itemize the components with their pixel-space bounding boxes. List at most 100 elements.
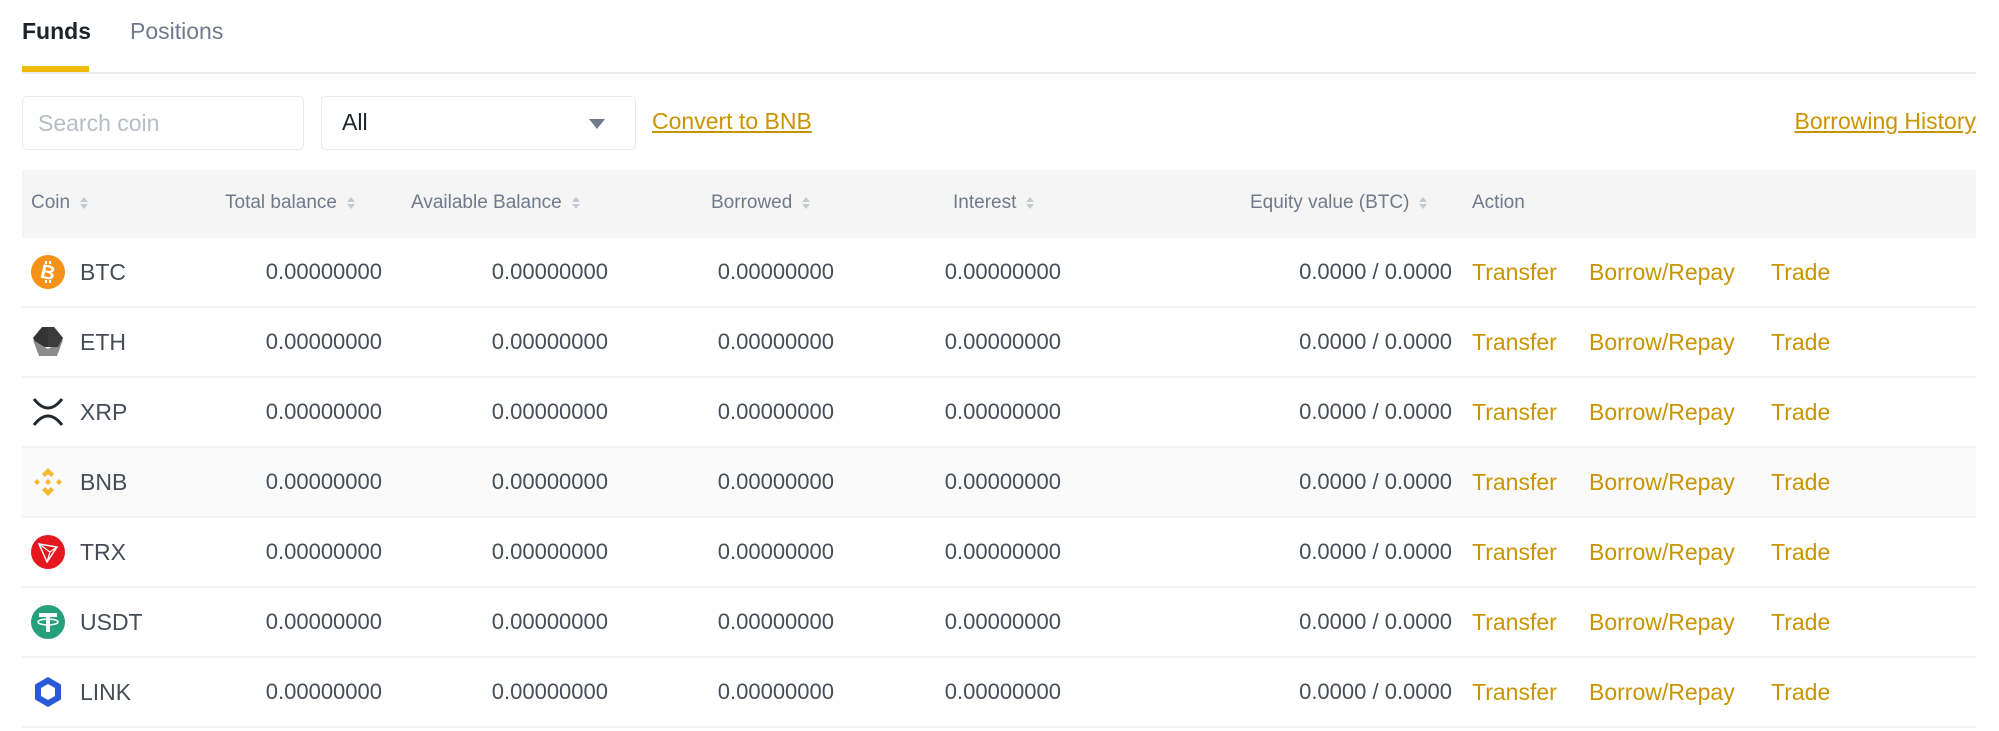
coin-cell: USDT	[31, 605, 143, 639]
table-header: Coin Total balance Available Balance Bor…	[22, 170, 1976, 238]
interest-value: 0.00000000	[944, 469, 1061, 494]
column-label: Total balance	[225, 192, 337, 213]
borrow-repay-link[interactable]: Borrow/Repay	[1589, 258, 1735, 286]
table-row: ETH 0.00000000 0.00000000 0.00000000 0.0…	[22, 308, 1976, 378]
sort-icon[interactable]	[571, 197, 580, 209]
borrow-repay-link[interactable]: Borrow/Repay	[1589, 678, 1735, 706]
coin-cell: BNB	[31, 465, 127, 499]
coin-symbol: LINK	[80, 679, 132, 705]
coin-symbol: XRP	[80, 399, 128, 425]
table-row: XRP 0.00000000 0.00000000 0.00000000 0.0…	[22, 378, 1976, 448]
tab-funds[interactable]: Funds	[22, 16, 91, 46]
coin-symbol: TRX	[80, 539, 126, 565]
total-balance-value: 0.00000000	[265, 329, 382, 354]
column-label: Coin	[31, 192, 71, 213]
table-row: B BTC 0.00000000 0.00000000 0.00000000 0…	[22, 238, 1976, 308]
search-coin-input[interactable]	[23, 97, 303, 149]
column-header-available-balance[interactable]: Available Balance	[411, 192, 580, 214]
sort-icon[interactable]	[1026, 197, 1035, 209]
convert-to-bnb-link[interactable]: Convert to BNB	[652, 108, 812, 135]
coin-cell: LINK	[31, 675, 131, 709]
tab-positions[interactable]: Positions	[130, 16, 223, 46]
trade-link[interactable]: Trade	[1771, 328, 1830, 356]
trade-link[interactable]: Trade	[1771, 258, 1830, 286]
table-body: B BTC 0.00000000 0.00000000 0.00000000 0…	[22, 238, 1976, 728]
borrow-repay-link[interactable]: Borrow/Repay	[1589, 538, 1735, 566]
available-balance-value: 0.00000000	[491, 469, 608, 494]
filter-selected-value: All	[342, 109, 368, 135]
column-header-action: Action	[1472, 192, 1525, 214]
transfer-link[interactable]: Transfer	[1472, 258, 1557, 286]
total-balance-value: 0.00000000	[265, 679, 382, 704]
equity-value: 0.0000 / 0.0000	[1299, 609, 1452, 634]
equity-value: 0.0000 / 0.0000	[1299, 539, 1452, 564]
borrowed-value: 0.00000000	[717, 609, 834, 634]
equity-value: 0.0000 / 0.0000	[1299, 329, 1452, 354]
coin-symbol: BNB	[80, 469, 128, 495]
transfer-link[interactable]: Transfer	[1472, 608, 1557, 636]
interest-value: 0.00000000	[944, 399, 1061, 424]
trade-link[interactable]: Trade	[1771, 608, 1830, 636]
column-header-borrowed[interactable]: Borrowed	[711, 192, 811, 214]
column-header-total-balance[interactable]: Total balance	[225, 192, 355, 214]
coin-symbol: USDT	[80, 609, 143, 635]
tab-bar: Funds Positions	[22, 0, 1976, 74]
column-label: Action	[1472, 192, 1525, 213]
trade-link[interactable]: Trade	[1771, 468, 1830, 496]
funds-table: Coin Total balance Available Balance Bor…	[22, 170, 1976, 728]
column-label: Equity value (BTC)	[1250, 192, 1410, 213]
transfer-link[interactable]: Transfer	[1472, 328, 1557, 356]
interest-value: 0.00000000	[944, 539, 1061, 564]
filter-select[interactable]: All	[321, 96, 636, 150]
coin-cell: TRX	[31, 535, 126, 569]
available-balance-value: 0.00000000	[491, 399, 608, 424]
sort-icon[interactable]	[80, 197, 89, 209]
interest-value: 0.00000000	[944, 329, 1061, 354]
sort-icon[interactable]	[346, 197, 355, 209]
borrowed-value: 0.00000000	[717, 539, 834, 564]
transfer-link[interactable]: Transfer	[1472, 398, 1557, 426]
xrp-icon	[31, 395, 65, 429]
sort-icon[interactable]	[802, 197, 811, 209]
borrowing-history-link[interactable]: Borrowing History	[1795, 108, 1977, 135]
available-balance-value: 0.00000000	[491, 679, 608, 704]
equity-value: 0.0000 / 0.0000	[1299, 469, 1452, 494]
caret-down-icon	[589, 119, 605, 129]
coin-cell: ETH	[31, 325, 126, 359]
borrow-repay-link[interactable]: Borrow/Repay	[1589, 398, 1735, 426]
available-balance-value: 0.00000000	[491, 259, 608, 284]
sort-icon[interactable]	[1419, 197, 1428, 209]
coin-symbol: ETH	[80, 329, 126, 355]
coin-symbol: BTC	[80, 259, 126, 285]
toolbar: All Convert to BNB Borrowing History	[22, 96, 1976, 150]
borrowed-value: 0.00000000	[717, 679, 834, 704]
trade-link[interactable]: Trade	[1771, 538, 1830, 566]
transfer-link[interactable]: Transfer	[1472, 678, 1557, 706]
equity-value: 0.0000 / 0.0000	[1299, 259, 1452, 284]
tron-icon	[31, 535, 65, 569]
ethereum-icon	[31, 325, 65, 359]
tether-icon	[31, 605, 65, 639]
total-balance-value: 0.00000000	[265, 539, 382, 564]
borrow-repay-link[interactable]: Borrow/Repay	[1589, 328, 1735, 356]
table-row: TRX 0.00000000 0.00000000 0.00000000 0.0…	[22, 518, 1976, 588]
total-balance-value: 0.00000000	[265, 609, 382, 634]
interest-value: 0.00000000	[944, 609, 1061, 634]
borrow-repay-link[interactable]: Borrow/Repay	[1589, 468, 1735, 496]
total-balance-value: 0.00000000	[265, 469, 382, 494]
active-tab-indicator	[22, 66, 89, 72]
coin-cell: XRP	[31, 395, 127, 429]
trade-link[interactable]: Trade	[1771, 398, 1830, 426]
total-balance-value: 0.00000000	[265, 399, 382, 424]
interest-value: 0.00000000	[944, 679, 1061, 704]
column-header-equity-value[interactable]: Equity value (BTC)	[1250, 192, 1428, 214]
column-header-interest[interactable]: Interest	[953, 192, 1035, 214]
transfer-link[interactable]: Transfer	[1472, 538, 1557, 566]
borrow-repay-link[interactable]: Borrow/Repay	[1589, 608, 1735, 636]
transfer-link[interactable]: Transfer	[1472, 468, 1557, 496]
column-header-coin[interactable]: Coin	[31, 192, 89, 214]
column-label: Borrowed	[711, 192, 793, 213]
interest-value: 0.00000000	[944, 259, 1061, 284]
trade-link[interactable]: Trade	[1771, 678, 1830, 706]
column-label: Interest	[953, 192, 1017, 213]
